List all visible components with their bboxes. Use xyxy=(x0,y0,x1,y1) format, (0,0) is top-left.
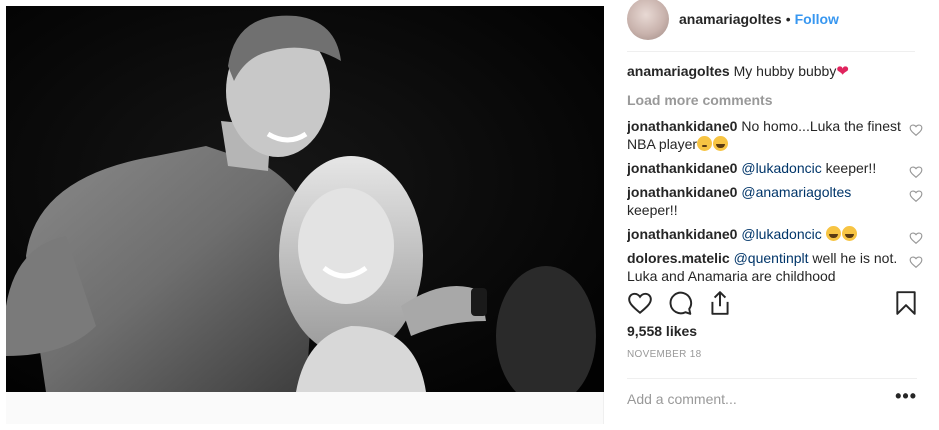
comment-mention[interactable]: @anamariagoltes xyxy=(741,184,851,200)
comment-text: keeper!! xyxy=(627,202,678,218)
follow-button[interactable]: Follow xyxy=(795,11,839,27)
add-comment-row: ••• xyxy=(627,378,917,418)
comment-like-heart-icon[interactable] xyxy=(909,189,923,203)
caption-text: My hubby bubby xyxy=(733,63,837,79)
comment-username[interactable]: jonathankidane0 xyxy=(627,118,737,134)
action-bar xyxy=(627,290,917,316)
comment-username[interactable]: jonathankidane0 xyxy=(627,184,737,200)
post-photo[interactable] xyxy=(6,6,604,392)
shy-face-emoji-icon xyxy=(697,136,713,151)
bookmark-icon[interactable] xyxy=(893,290,919,316)
caption-username[interactable]: anamariagoltes xyxy=(627,63,730,79)
comment-item: dolores.matelic @quentinplt well he is n… xyxy=(627,249,927,282)
post-header: anamariagoltes • Follow xyxy=(627,0,915,52)
comment-item: jonathankidane0 @lukadoncic keeper!! xyxy=(627,159,927,179)
post-caption: anamariagoltes My hubby bubby❤ xyxy=(627,62,927,81)
comment-like-heart-icon[interactable] xyxy=(909,165,923,179)
avatar[interactable] xyxy=(627,0,669,40)
comment-item: jonathankidane0 @anamariagoltes keeper!! xyxy=(627,183,927,219)
comment-mention[interactable]: @quentinplt xyxy=(734,250,809,266)
comment-like-heart-icon[interactable] xyxy=(909,255,923,269)
comment-mention[interactable]: @lukadoncic xyxy=(741,226,821,242)
comment-username[interactable]: jonathankidane0 xyxy=(627,160,737,176)
comment-item: jonathankidane0 No homo...Luka the fines… xyxy=(627,117,927,153)
add-comment-input[interactable] xyxy=(627,390,877,407)
comment-item: jonathankidane0 @lukadoncic xyxy=(627,225,927,245)
laugh-emoji-icon xyxy=(713,136,729,151)
comment-username[interactable]: jonathankidane0 xyxy=(627,226,737,242)
laugh-emoji-icon xyxy=(841,226,857,241)
share-icon[interactable] xyxy=(707,290,733,316)
header-separator: • xyxy=(785,10,791,27)
header-username[interactable]: anamariagoltes xyxy=(679,11,782,27)
comments-list: anamariagoltes My hubby bubby❤ Load more… xyxy=(627,62,927,282)
load-more-comments-button[interactable]: Load more comments xyxy=(627,91,927,109)
heart-icon[interactable] xyxy=(627,290,653,316)
laugh-emoji-icon xyxy=(825,226,841,241)
comment-icon[interactable] xyxy=(667,290,693,316)
comment-like-heart-icon[interactable] xyxy=(909,123,923,137)
more-options-icon[interactable]: ••• xyxy=(895,387,917,405)
comment-text: keeper!! xyxy=(825,160,877,176)
red-heart-emoji-icon: ❤ xyxy=(836,63,849,80)
media-pane xyxy=(6,6,604,424)
details-pane: anamariagoltes • Follow anamariagoltes M… xyxy=(605,0,939,430)
likes-count[interactable]: 9,558 likes xyxy=(627,323,697,339)
post-date[interactable]: NOVEMBER 18 xyxy=(627,349,701,360)
comment-like-heart-icon[interactable] xyxy=(909,231,923,245)
instagram-post: anamariagoltes • Follow anamariagoltes M… xyxy=(0,0,939,430)
comment-username[interactable]: dolores.matelic xyxy=(627,250,730,266)
comment-mention[interactable]: @lukadoncic xyxy=(741,160,821,176)
photo-illustration xyxy=(6,6,604,392)
